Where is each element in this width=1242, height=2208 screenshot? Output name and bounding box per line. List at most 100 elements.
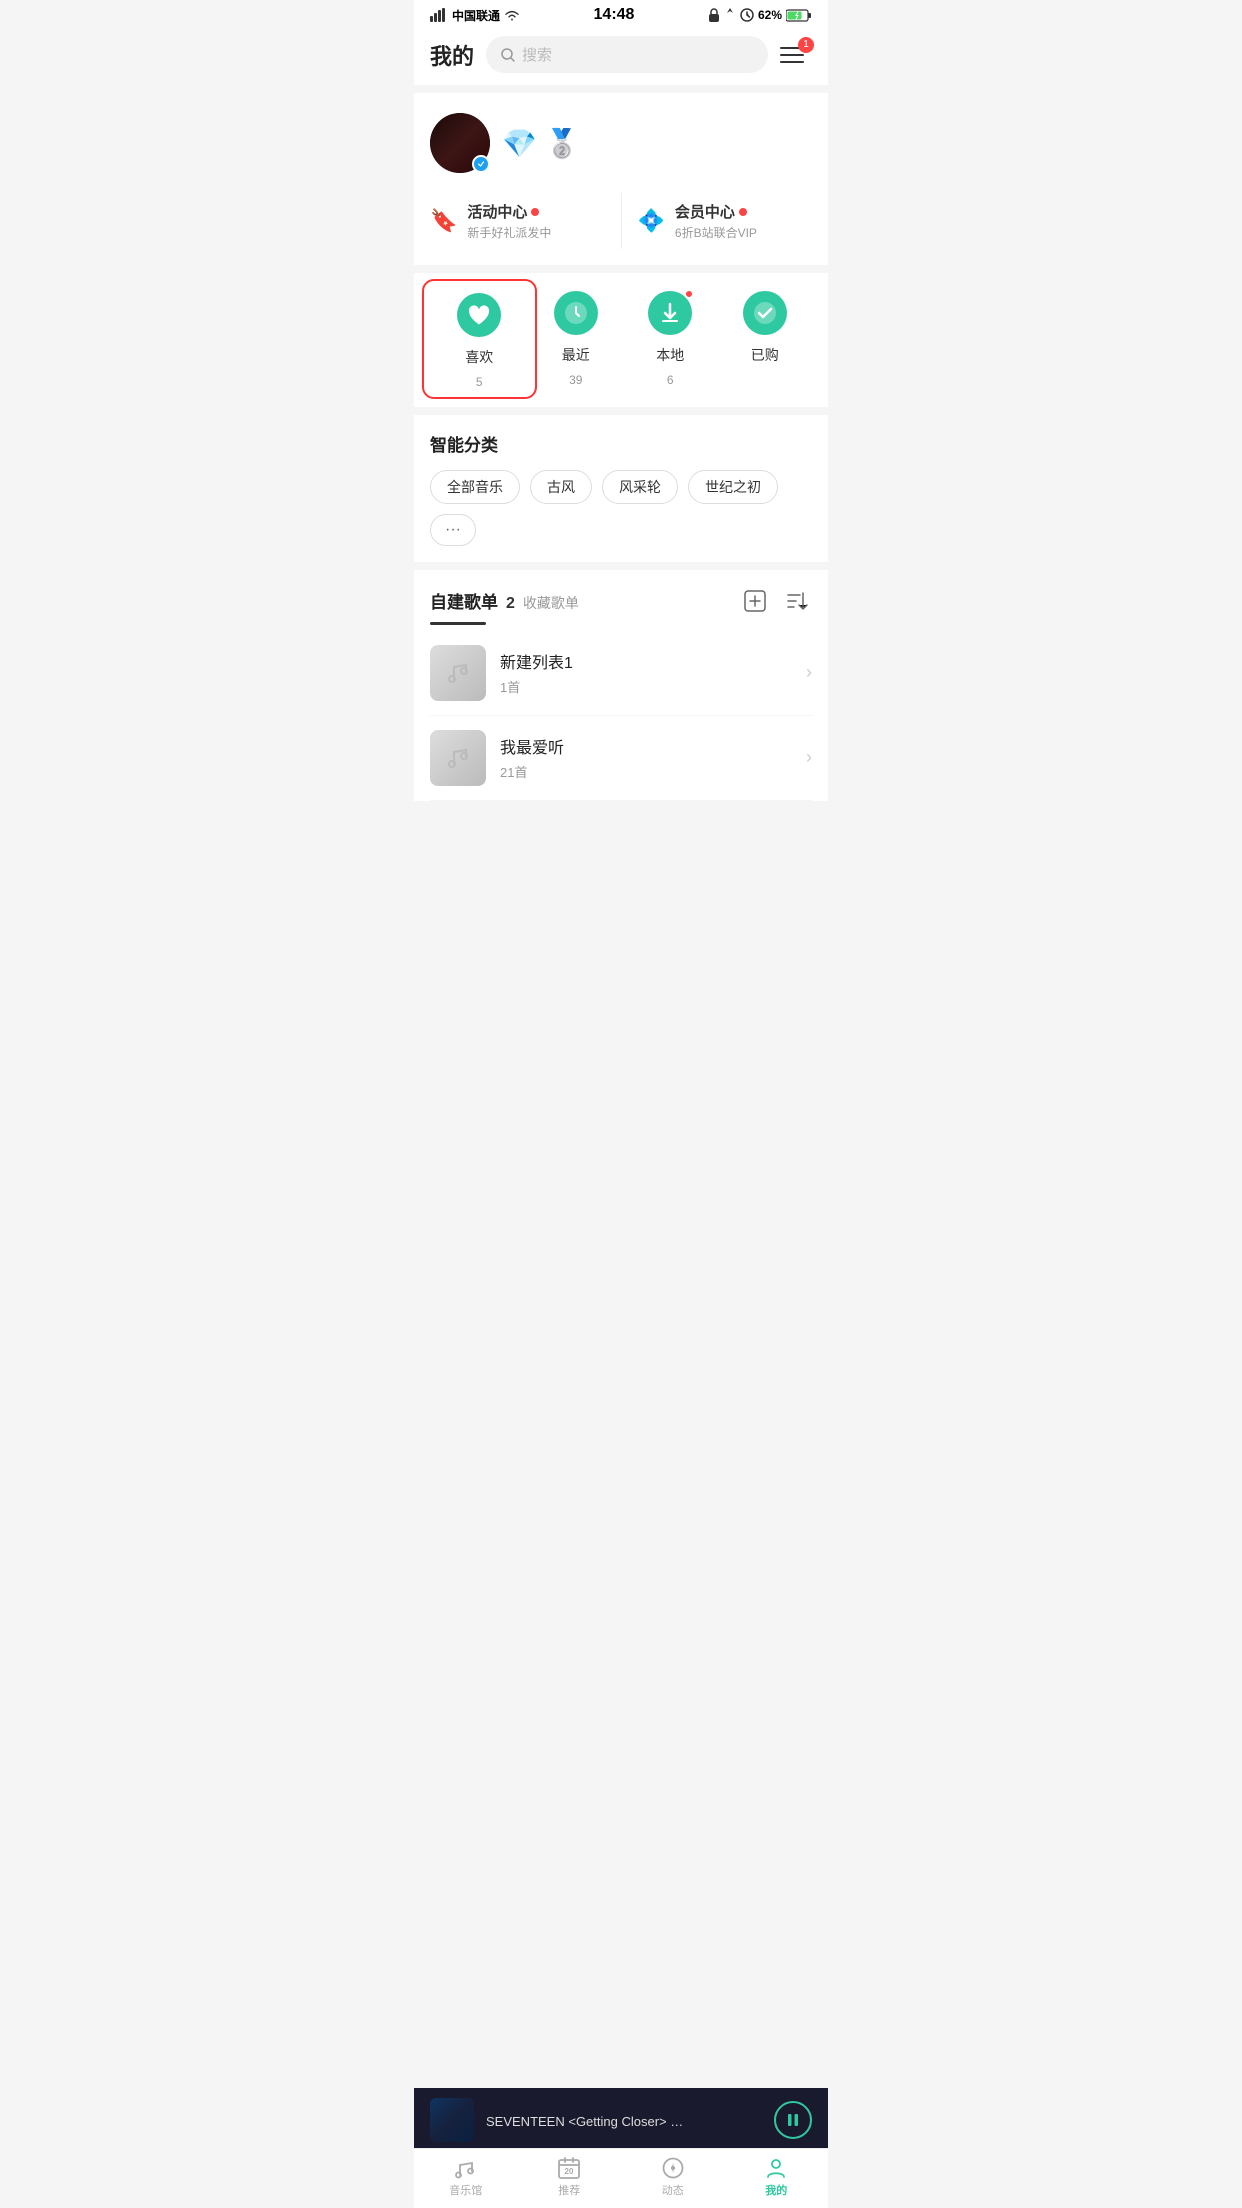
vip-badge-icon: 🥈	[545, 127, 580, 160]
smart-title: 智能分类	[430, 431, 812, 456]
chevron-right-icon-0: ›	[806, 662, 812, 683]
chevron-right-icon-1: ›	[806, 747, 812, 768]
add-icon	[744, 590, 766, 612]
tag-ancient[interactable]: 古风	[530, 470, 592, 504]
menu-button[interactable]: 1	[780, 39, 812, 71]
vip-center-sub: 6折B站联合VIP	[675, 224, 757, 241]
playlist-sort-button[interactable]	[782, 586, 812, 616]
purchased-icon	[743, 291, 787, 335]
vip-center[interactable]: 💠 会员中心 6折B站联合VIP	[638, 193, 813, 249]
vip-dot	[739, 208, 747, 216]
smart-section: 智能分类 全部音乐 古风 风采轮 世纪之初 ···	[414, 415, 828, 562]
avatar-verified-badge	[472, 155, 490, 173]
status-bar: 中国联通 14:48 62%	[414, 0, 828, 28]
purchased-label: 已购	[751, 345, 779, 365]
menu-badge: 1	[798, 37, 814, 53]
nav-dynamic-label: 动态	[662, 2182, 684, 2198]
now-playing-info: SEVENTEEN <Getting Closer> MV ~今天也已	[486, 2111, 762, 2130]
tag-all-music[interactable]: 全部音乐	[430, 470, 520, 504]
music-note-icon-1	[444, 744, 472, 772]
category-grid: 喜欢 5 最近 39	[414, 273, 828, 407]
category-like[interactable]: 喜欢 5	[422, 279, 537, 399]
like-count: 5	[476, 375, 483, 389]
battery-icon	[786, 9, 812, 22]
quick-actions: 🔖 活动中心 新手好礼派发中 💠 会员中心 6折B站联合	[430, 193, 812, 249]
category-local[interactable]: 本地 6	[623, 289, 718, 391]
profile-top: 💎 🥈	[430, 113, 812, 173]
music-nav-icon	[454, 2157, 478, 2179]
bottom-nav: 音乐馆 20 推荐 动态 我的	[414, 2148, 828, 2208]
activity-center-sub: 新手好礼派发中	[467, 224, 551, 241]
playlist-songs-0: 1首	[500, 677, 792, 696]
playlist-section-title: 自建歌单	[430, 588, 498, 613]
sort-icon	[786, 592, 808, 610]
playlist-item-0[interactable]: 新建列表1 1首 ›	[430, 631, 812, 716]
status-left: 中国联通	[430, 7, 520, 24]
playlist-info-1: 我最爱听 21首	[500, 734, 792, 781]
category-purchased[interactable]: 已购	[718, 289, 813, 391]
bookmark-icon: 🔖	[430, 208, 457, 234]
recent-icon	[554, 291, 598, 335]
playlist-count: 2	[506, 595, 515, 613]
tag-fengcailun[interactable]: 风采轮	[602, 470, 678, 504]
carrier-label: 中国联通	[452, 7, 500, 24]
like-icon	[457, 293, 501, 337]
search-placeholder: 搜索	[522, 44, 552, 65]
like-label: 喜欢	[465, 347, 493, 367]
diamond-badge-icon: 💎	[502, 127, 537, 160]
category-recent[interactable]: 最近 39	[529, 289, 624, 391]
now-playing-thumb	[430, 2098, 474, 2142]
calendar-nav-icon: 20	[558, 2157, 580, 2179]
nav-music[interactable]: 音乐馆	[414, 2149, 518, 2208]
activity-center[interactable]: 🔖 活动中心 新手好礼派发中	[430, 193, 605, 249]
wifi-icon	[504, 9, 520, 21]
compass-nav-icon	[662, 2157, 684, 2179]
local-dot	[684, 289, 694, 299]
tag-more[interactable]: ···	[430, 514, 476, 546]
nav-dynamic[interactable]: 动态	[621, 2149, 725, 2208]
header: 我的 搜索 1	[414, 28, 828, 85]
page-title: 我的	[430, 39, 474, 71]
nav-music-label: 音乐馆	[449, 2182, 482, 2198]
now-playing-bar[interactable]: SEVENTEEN <Getting Closer> MV ~今天也已	[414, 2088, 828, 2152]
music-note-icon-0	[444, 659, 472, 687]
pause-button[interactable]	[774, 2101, 812, 2139]
playlist-actions	[740, 586, 812, 616]
status-right: 62%	[708, 8, 812, 22]
now-playing-title: SEVENTEEN <Getting Closer> MV ~今天也已	[486, 2111, 686, 2130]
pause-icon	[785, 2112, 801, 2128]
status-time: 14:48	[594, 6, 635, 24]
activity-dot	[531, 208, 539, 216]
vip-center-label: 会员中心	[675, 201, 757, 222]
profile-card: 💎 🥈 🔖 活动中心 新手好礼派发中 💠	[414, 93, 828, 265]
local-count: 6	[667, 373, 674, 387]
playlist-name-0: 新建列表1	[500, 649, 792, 673]
tag-century[interactable]: 世纪之初	[688, 470, 778, 504]
battery-label: 62%	[758, 8, 782, 22]
svg-text:20: 20	[565, 2167, 574, 2176]
avatar[interactable]	[430, 113, 490, 173]
nav-mine[interactable]: 我的	[725, 2149, 829, 2208]
search-icon	[500, 47, 516, 63]
playlist-item-1[interactable]: 我最爱听 21首 ›	[430, 716, 812, 801]
tag-list: 全部音乐 古风 风采轮 世纪之初 ···	[430, 470, 812, 546]
playlist-thumb-0	[430, 645, 486, 701]
add-playlist-button[interactable]	[740, 586, 770, 616]
local-label: 本地	[656, 345, 684, 365]
playlist-songs-1: 21首	[500, 762, 792, 781]
nav-recommend-label: 推荐	[558, 2182, 580, 2198]
playlist-info-0: 新建列表1 1首	[500, 649, 792, 696]
nav-recommend[interactable]: 20 推荐	[518, 2149, 622, 2208]
badges: 💎 🥈	[502, 127, 580, 160]
diamond-icon: 💠	[638, 208, 665, 234]
playlist-name-1: 我最爱听	[500, 734, 792, 758]
nav-mine-label: 我的	[765, 2182, 787, 2198]
profile-nav-icon	[765, 2157, 787, 2179]
location-icon	[724, 8, 736, 22]
search-bar[interactable]: 搜索	[486, 36, 768, 73]
playlist-header: 自建歌单 2 收藏歌单	[430, 586, 812, 616]
recent-label: 最近	[562, 345, 590, 365]
collected-playlist-tab[interactable]: 收藏歌单	[523, 591, 579, 615]
alarm-icon	[740, 8, 754, 22]
activity-center-label: 活动中心	[467, 201, 551, 222]
